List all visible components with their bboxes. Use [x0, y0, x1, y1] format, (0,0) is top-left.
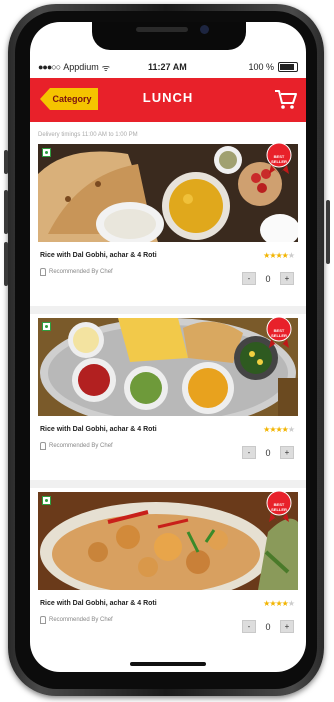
wifi-icon: ᯤ: [101, 62, 110, 73]
increase-button[interactable]: +: [280, 620, 294, 633]
food-image: [38, 492, 298, 590]
front-camera: [200, 25, 209, 34]
cart-icon[interactable]: [274, 88, 298, 110]
recommended-label: Recommended By Chef: [49, 269, 113, 275]
carrier-name: Appdium: [63, 62, 99, 72]
divider: [30, 306, 306, 314]
bestseller-badge: BEST SELLER: [271, 328, 287, 338]
veg-icon: [42, 496, 51, 505]
signal-icon: ●●●○○: [38, 62, 61, 72]
quantity-stepper: - 0 +: [242, 620, 294, 633]
status-bar: ●●●○○ Appdium ᯤ 11:27 AM 100 %: [30, 58, 306, 76]
star-icon: ★★★★: [263, 425, 289, 434]
star-empty-icon: ★: [287, 425, 295, 434]
chef-recommendation: Recommended By Chef: [40, 616, 113, 624]
item-name: Rice with Dal Gobhi, achar & 4 Roti: [40, 426, 157, 433]
app-header: Category LUNCH: [30, 78, 306, 122]
notch: [92, 22, 246, 50]
recommended-label: Recommended By Chef: [49, 443, 113, 449]
item-name: Rice with Dal Gobhi, achar & 4 Roti: [40, 600, 157, 607]
star-icon: ★★★★: [263, 251, 289, 260]
decrease-button[interactable]: -: [242, 620, 256, 633]
increase-button[interactable]: +: [280, 272, 294, 285]
veg-icon: [42, 322, 51, 331]
battery-icon: [278, 62, 298, 72]
decrease-button[interactable]: -: [242, 446, 256, 459]
chef-hat-icon: [40, 616, 46, 624]
speaker: [136, 27, 188, 32]
item-name: Rice with Dal Gobhi, achar & 4 Roti: [40, 252, 157, 259]
mute-switch: [4, 150, 8, 174]
increase-button[interactable]: +: [280, 446, 294, 459]
quantity-value: 0: [265, 621, 271, 632]
bestseller-badge: BEST SELLER: [271, 502, 287, 512]
decrease-button[interactable]: -: [242, 272, 256, 285]
chef-hat-icon: [40, 442, 46, 450]
divider: [30, 480, 306, 488]
quantity-stepper: - 0 +: [242, 272, 294, 285]
carrier-group: ●●●○○ Appdium ᯤ: [38, 61, 110, 74]
star-empty-icon: ★: [287, 599, 295, 608]
quantity-value: 0: [265, 447, 271, 458]
page-title: LUNCH: [142, 90, 194, 105]
chef-recommendation: Recommended By Chef: [40, 442, 113, 450]
bestseller-badge: BEST SELLER: [271, 154, 287, 164]
quantity-value: 0: [265, 273, 271, 284]
chef-recommendation: Recommended By Chef: [40, 268, 113, 276]
status-time: 11:27 AM: [148, 62, 187, 72]
star-icon: ★★★★: [263, 599, 289, 608]
volume-down-button: [4, 242, 8, 286]
star-empty-icon: ★: [287, 251, 295, 260]
volume-up-button: [4, 190, 8, 234]
recommended-label: Recommended By Chef: [49, 617, 113, 623]
app-screen: ●●●○○ Appdium ᯤ 11:27 AM 100 % Category …: [30, 22, 306, 672]
quantity-stepper: - 0 +: [242, 446, 294, 459]
delivery-timing: Delivery timings 11:00 AM to 1:00 PM: [38, 132, 138, 138]
food-image: [38, 144, 298, 242]
food-image: [38, 318, 298, 416]
rating-stars: ★★★★★: [263, 425, 295, 434]
battery-group: 100 %: [248, 62, 298, 72]
veg-icon: [42, 148, 51, 157]
rating-stars: ★★★★★: [263, 599, 295, 608]
battery-percent: 100 %: [248, 62, 274, 72]
chef-hat-icon: [40, 268, 46, 276]
rating-stars: ★★★★★: [263, 251, 295, 260]
home-indicator[interactable]: [130, 662, 206, 666]
power-button: [326, 200, 330, 264]
